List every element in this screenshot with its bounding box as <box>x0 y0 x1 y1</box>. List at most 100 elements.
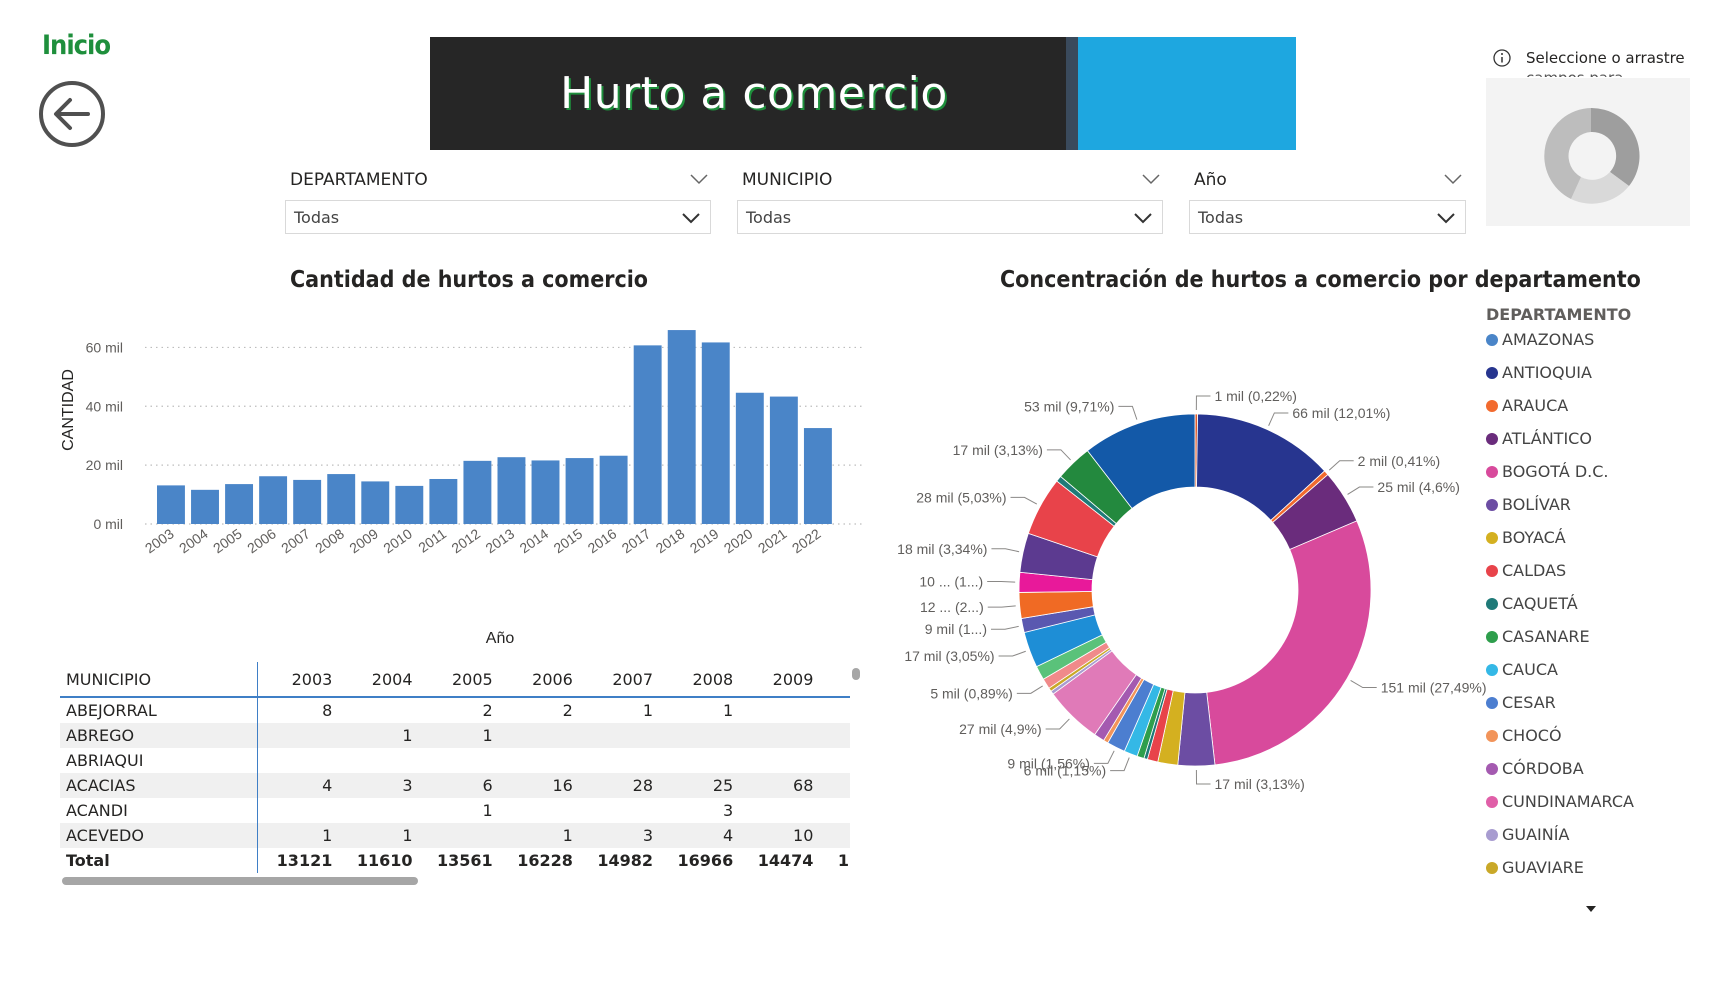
legend-item[interactable]: CALDAS <box>1486 561 1566 580</box>
legend-marker <box>1486 532 1498 544</box>
column-header-year[interactable]: 2008 <box>659 662 740 698</box>
horizontal-scrollbar[interactable] <box>62 877 418 885</box>
bar[interactable] <box>327 474 356 524</box>
bar[interactable] <box>191 489 219 524</box>
row-label: ACEVEDO <box>60 823 259 848</box>
bar[interactable] <box>531 460 560 524</box>
departamento-dropdown[interactable]: Todas <box>285 200 711 234</box>
legend-item[interactable]: ATLÁNTICO <box>1486 429 1592 448</box>
table-row[interactable]: ACANDI132 <box>60 798 850 823</box>
municipio-dropdown[interactable]: Todas <box>737 200 1163 234</box>
bar[interactable] <box>667 330 696 524</box>
legend-scroll-down-icon[interactable] <box>1586 906 1596 912</box>
leader-line <box>1350 680 1377 689</box>
bar[interactable] <box>429 478 458 524</box>
leader-line <box>1010 496 1038 505</box>
chevron-down-icon[interactable] <box>1444 173 1462 185</box>
legend-label: GUAVIARE <box>1502 858 1584 877</box>
legend-item[interactable]: CAQUETÁ <box>1486 594 1578 613</box>
legend-item[interactable]: CASANARE <box>1486 627 1590 646</box>
legend-label: BOGOTÁ D.C. <box>1502 462 1609 481</box>
dropdown-value: Todas <box>1198 208 1244 227</box>
bar[interactable] <box>735 392 764 524</box>
bar[interactable] <box>701 342 730 524</box>
chevron-down-icon[interactable] <box>690 173 708 185</box>
column-header-year[interactable]: 2010 <box>819 662 850 698</box>
bar-chart-title: Cantidad de hurtos a comercio <box>290 267 649 293</box>
anio-dropdown[interactable]: Todas <box>1189 200 1466 234</box>
legend-item[interactable]: CESAR <box>1486 693 1556 712</box>
donut-slice[interactable] <box>1206 520 1372 766</box>
slice-data-label: 12 ... (2...) <box>920 599 984 615</box>
bar[interactable] <box>803 428 832 524</box>
bar[interactable] <box>633 345 662 524</box>
leader-line <box>998 650 1026 657</box>
column-header-municipio[interactable]: MUNICIPIO <box>60 662 259 698</box>
chevron-down-icon[interactable] <box>1142 173 1160 185</box>
bar[interactable] <box>361 481 390 524</box>
bar[interactable] <box>565 458 594 524</box>
table-cell: 2 <box>819 823 850 848</box>
legend-label: AMAZONAS <box>1502 330 1595 349</box>
slice-data-label: 9 mil (1,56%) <box>1007 755 1089 771</box>
bar[interactable] <box>225 484 254 524</box>
empty-visual-placeholder[interactable] <box>1486 78 1690 226</box>
column-header-year[interactable]: 2005 <box>418 662 499 698</box>
vertical-scrollbar[interactable] <box>852 668 860 680</box>
legend-item[interactable]: CHOCÓ <box>1486 726 1562 745</box>
x-tick-label: 2018 <box>653 525 688 556</box>
legend-label: CUNDINAMARCA <box>1502 792 1634 811</box>
column-header-year[interactable]: 2004 <box>338 662 419 698</box>
legend-item[interactable]: BOLÍVAR <box>1486 495 1571 514</box>
placeholder-hint-cont: campos para rellenar <box>1526 69 1676 77</box>
legend-item[interactable]: CÓRDOBA <box>1486 759 1584 778</box>
y-axis-title: CANTIDAD <box>60 369 77 451</box>
table-cell <box>338 748 418 773</box>
legend-label: ARAUCA <box>1502 396 1569 415</box>
bar[interactable] <box>463 460 492 524</box>
home-link[interactable]: Inicio <box>42 30 111 61</box>
legend-item[interactable]: AMAZONAS <box>1486 330 1594 349</box>
bar[interactable] <box>769 396 798 524</box>
legend-item[interactable]: BOYACÁ <box>1486 528 1566 547</box>
column-header-year[interactable]: 2009 <box>739 662 820 698</box>
legend-marker <box>1486 796 1498 808</box>
table-row[interactable]: ABEJORRAL 8 2 2 1 1 <box>60 697 850 723</box>
bar[interactable] <box>157 485 185 524</box>
slice-data-label: 53 mil (9,71%) <box>1024 398 1114 414</box>
bar[interactable] <box>259 476 288 524</box>
column-header-year[interactable]: 2006 <box>498 662 579 698</box>
slice-data-label: 66 mil (12,01%) <box>1292 405 1390 421</box>
legend-item[interactable]: CUNDINAMARCA <box>1486 792 1634 811</box>
table-cell <box>579 798 659 823</box>
legend-item[interactable]: ARAUCA <box>1486 396 1568 415</box>
table-row[interactable]: ACEVEDO111341021 <box>60 823 850 848</box>
y-tick-label: 20 mil <box>86 457 123 473</box>
legend-item[interactable]: GUAINÍA <box>1486 825 1569 844</box>
table-cell <box>819 798 850 823</box>
leader-line <box>1110 757 1130 772</box>
table-cell: 1 <box>498 823 579 848</box>
back-arrow-icon[interactable] <box>38 80 106 148</box>
bar[interactable] <box>599 455 628 524</box>
column-header-year[interactable]: 2007 <box>578 662 660 698</box>
x-tick-label: 2016 <box>585 525 620 556</box>
legend-item[interactable]: CAUCA <box>1486 660 1558 679</box>
table-cell <box>338 798 418 823</box>
table-row[interactable]: ABREGO1114 <box>60 723 850 748</box>
legend-item[interactable]: GUAVIARE <box>1486 858 1584 877</box>
column-header-year[interactable]: 2003 <box>257 662 339 698</box>
bar[interactable] <box>497 457 526 524</box>
table-row[interactable]: ACACIAS436162825686552 <box>60 773 850 798</box>
bar[interactable] <box>395 485 424 524</box>
table-row[interactable]: ABRIAQUI <box>60 748 850 773</box>
x-tick-label: 2020 <box>721 525 756 556</box>
legend-item[interactable]: BOGOTÁ D.C. <box>1486 462 1609 481</box>
legend-item[interactable]: ANTIOQUIA <box>1486 363 1592 382</box>
bar[interactable] <box>293 479 322 524</box>
table-total-row[interactable]: Total 13121 11610 13561 16228 14982 16966 14474… <box>60 848 850 873</box>
table-cell: 65 <box>819 773 850 798</box>
slice-data-label: 9 mil (1...) <box>925 621 987 637</box>
table-cell: 1 <box>482 801 493 820</box>
info-icon[interactable] <box>1492 48 1512 68</box>
